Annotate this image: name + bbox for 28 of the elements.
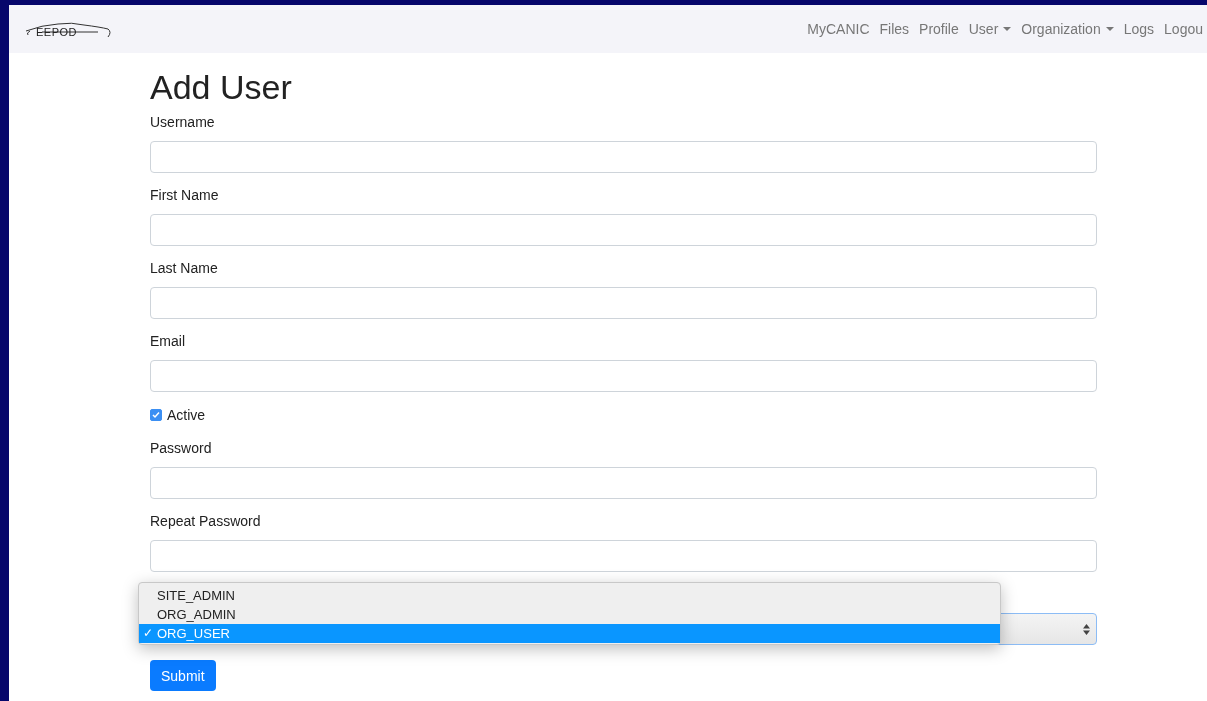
nav-link[interactable]: Logou [1164,21,1203,37]
checkbox-label: Active [167,406,206,423]
input-field[interactable] [150,360,1097,392]
field-label: Username [150,113,216,132]
input-field[interactable] [150,467,1097,499]
input-field[interactable] [150,540,1097,572]
nav-link[interactable]: Logs [1123,21,1155,37]
submit-button[interactable]: Submit [150,660,216,691]
nav-link[interactable]: Profile [919,21,959,37]
dropdown-option[interactable]: ✓ ORG_USER [139,624,1000,643]
nav-link[interactable]: MyCANIC [807,21,870,37]
page-title: Add User [150,67,293,108]
nav-link[interactable]: Organization [1021,21,1114,37]
dropdown-option[interactable]: SITE_ADMIN [139,586,1000,605]
input-field[interactable] [150,287,1097,319]
logo-text: EEPOD [36,26,77,38]
field-label: First Name [150,186,220,205]
checkbox[interactable] [150,408,162,421]
input-field[interactable] [150,141,1097,173]
nav-link[interactable]: User [968,21,1012,37]
input-field[interactable] [150,214,1097,246]
updown-arrows-icon [1083,623,1090,635]
field-label: Repeat Password [150,512,262,531]
dropdown-option[interactable]: ORG_ADMIN [139,605,1000,624]
field-label: Last Name [150,259,219,278]
field-label: Email [150,332,186,351]
field-label: Password [150,439,213,458]
nav-link[interactable]: Files [879,21,910,37]
